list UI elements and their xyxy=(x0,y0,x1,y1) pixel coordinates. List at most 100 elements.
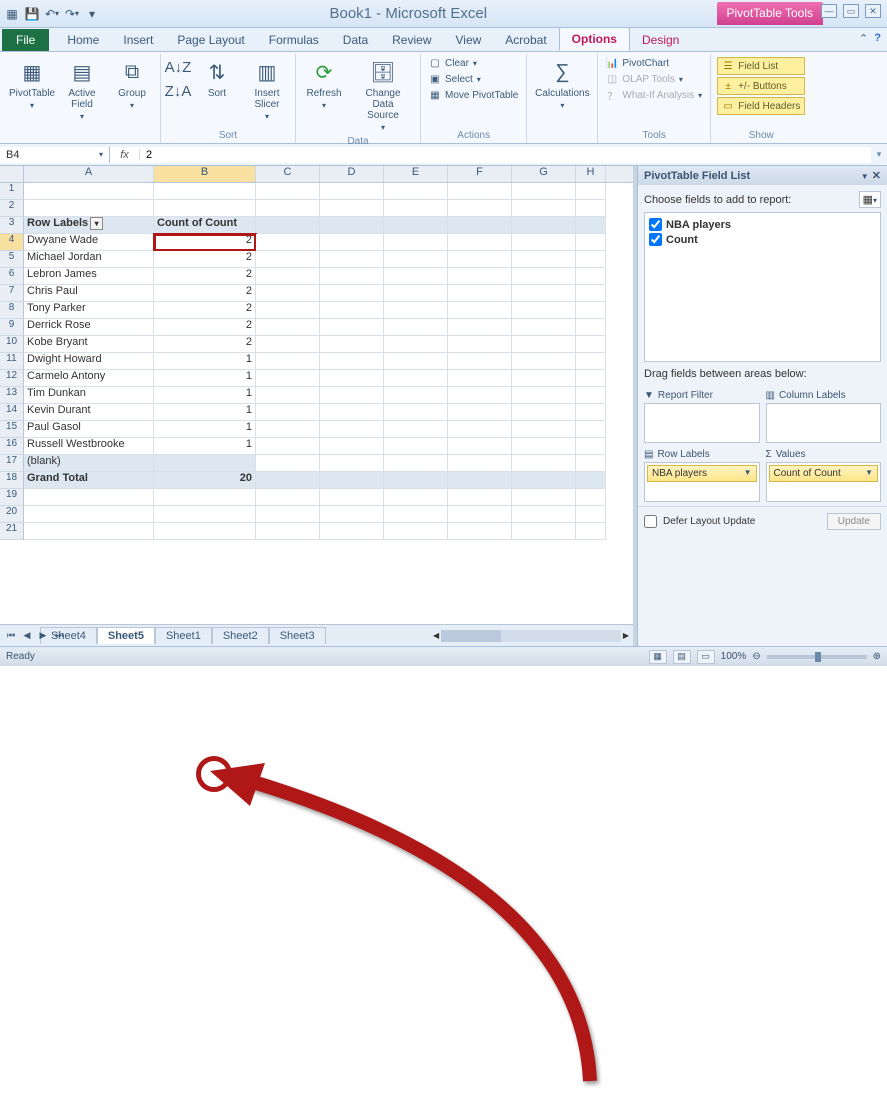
pivot-row-label[interactable]: Michael Jordan xyxy=(24,251,154,268)
row-header-14[interactable]: 14 xyxy=(0,404,24,421)
pivot-row-value[interactable]: 2 xyxy=(154,234,256,251)
grand-total-value[interactable]: 20 xyxy=(154,472,256,489)
tab-design[interactable]: Design xyxy=(630,29,691,51)
zoom-in-button[interactable]: ⊕ xyxy=(873,651,881,662)
refresh-button[interactable]: ⟳Refresh▾ xyxy=(302,56,346,112)
row-header-19[interactable]: 19 xyxy=(0,489,24,506)
column-header-C[interactable]: C xyxy=(256,166,320,182)
tab-options[interactable]: Options xyxy=(559,27,630,51)
pivot-row-value[interactable]: 1 xyxy=(154,404,256,421)
row-labels-filter-icon[interactable]: ▾ xyxy=(90,217,103,230)
row-header-20[interactable]: 20 xyxy=(0,506,24,523)
row-header-13[interactable]: 13 xyxy=(0,387,24,404)
pivot-row-label[interactable]: Carmelo Antony xyxy=(24,370,154,387)
tab-view[interactable]: View xyxy=(444,29,494,51)
sheet-tab-sheet5[interactable]: Sheet5 xyxy=(97,627,155,644)
sheet-tab-sheet1[interactable]: Sheet1 xyxy=(155,627,212,644)
zoom-level[interactable]: 100% xyxy=(721,651,747,662)
formula-bar[interactable] xyxy=(140,147,871,163)
pane-menu-icon[interactable]: ▼ xyxy=(861,172,869,181)
sheet-tab-sheet3[interactable]: Sheet3 xyxy=(269,627,326,644)
zoom-out-button[interactable]: ⊖ xyxy=(752,651,760,662)
pivot-row-label[interactable]: Derrick Rose xyxy=(24,319,154,336)
sort-desc-button[interactable]: Z↓A xyxy=(167,80,189,102)
pivot-row-label[interactable]: Kobe Bryant xyxy=(24,336,154,353)
pivot-row-value[interactable]: 2 xyxy=(154,251,256,268)
update-button[interactable]: Update xyxy=(827,513,881,530)
active-field-button[interactable]: ▤Active Field▾ xyxy=(60,56,104,123)
pivot-row-label[interactable]: Chris Paul xyxy=(24,285,154,302)
pivot-row-label[interactable]: Dwight Howard xyxy=(24,353,154,370)
pivot-row-value[interactable]: 1 xyxy=(154,421,256,438)
row-header-21[interactable]: 21 xyxy=(0,523,24,540)
pivot-row-label[interactable]: Kevin Durant xyxy=(24,404,154,421)
report-filter-area[interactable] xyxy=(644,403,760,443)
sheet-nav-next[interactable]: ▶ xyxy=(36,630,50,641)
row-header-5[interactable]: 5 xyxy=(0,251,24,268)
column-header-A[interactable]: A xyxy=(24,166,154,182)
name-box[interactable]: B4▾ xyxy=(0,147,110,163)
column-header-D[interactable]: D xyxy=(320,166,384,182)
pivotchart-button[interactable]: 📊PivotChart xyxy=(604,56,704,70)
tab-formulas[interactable]: Formulas xyxy=(257,29,331,51)
close-button[interactable]: ✕ xyxy=(865,4,881,18)
pivottable-button[interactable]: ▦PivotTable▾ xyxy=(10,56,54,112)
row-labels-chip[interactable]: NBA players▼ xyxy=(647,465,757,482)
redo-icon[interactable]: ↷▾ xyxy=(64,6,80,22)
sort-button[interactable]: ⇅Sort xyxy=(195,56,239,101)
tab-home[interactable]: Home xyxy=(55,29,111,51)
row-labels-area[interactable]: NBA players▼ xyxy=(644,462,760,502)
select-button[interactable]: ▣Select ▾ xyxy=(427,72,520,86)
tab-data[interactable]: Data xyxy=(331,29,380,51)
row-header-1[interactable]: 1 xyxy=(0,183,24,200)
row-header-12[interactable]: 12 xyxy=(0,370,24,387)
pivot-row-label[interactable]: Lebron James xyxy=(24,268,154,285)
field-nba-players[interactable]: NBA players xyxy=(649,217,876,232)
sheet-tab-sheet2[interactable]: Sheet2 xyxy=(212,627,269,644)
row-header-8[interactable]: 8 xyxy=(0,302,24,319)
pivot-row-label[interactable]: Tony Parker xyxy=(24,302,154,319)
calculations-button[interactable]: ∑Calculations▾ xyxy=(533,56,591,112)
tab-file[interactable]: File xyxy=(2,29,49,51)
fx-icon[interactable]: fx xyxy=(110,149,140,161)
insert-slicer-button[interactable]: ▥Insert Slicer▾ xyxy=(245,56,289,123)
field-list-toggle[interactable]: ☰Field List xyxy=(717,57,805,75)
normal-view-button[interactable]: ▦ xyxy=(649,650,667,664)
tab-acrobat[interactable]: Acrobat xyxy=(493,29,558,51)
pane-close-icon[interactable]: ✕ xyxy=(872,170,881,182)
pivot-row-value[interactable]: 2 xyxy=(154,285,256,302)
help-icon[interactable]: ? xyxy=(874,32,881,45)
column-header-H[interactable]: H xyxy=(576,166,606,182)
pivot-row-value[interactable]: 2 xyxy=(154,336,256,353)
defer-update-checkbox[interactable] xyxy=(644,515,657,528)
field-count[interactable]: Count xyxy=(649,232,876,247)
horizontal-scrollbar[interactable]: ◀▶ xyxy=(431,629,631,643)
field-headers-toggle[interactable]: ▭Field Headers xyxy=(717,97,805,115)
sheet-nav-prev[interactable]: ◀ xyxy=(20,630,34,641)
sort-asc-button[interactable]: A↓Z xyxy=(167,56,189,78)
row-header-3[interactable]: 3 xyxy=(0,217,24,234)
row-header-11[interactable]: 11 xyxy=(0,353,24,370)
tab-page-layout[interactable]: Page Layout xyxy=(165,29,256,51)
column-header-E[interactable]: E xyxy=(384,166,448,182)
row-header-15[interactable]: 15 xyxy=(0,421,24,438)
tab-insert[interactable]: Insert xyxy=(111,29,165,51)
pivot-row-value[interactable]: 1 xyxy=(154,387,256,404)
row-header-18[interactable]: 18 xyxy=(0,472,24,489)
undo-icon[interactable]: ↶▾ xyxy=(44,6,60,22)
column-labels-area[interactable] xyxy=(766,403,882,443)
pivot-row-value[interactable]: 1 xyxy=(154,353,256,370)
sheet-nav-last[interactable]: ⏭ xyxy=(52,630,66,641)
pivot-row-label[interactable]: Tim Dunkan xyxy=(24,387,154,404)
qat-more-icon[interactable]: ▾ xyxy=(84,6,100,22)
column-header-G[interactable]: G xyxy=(512,166,576,182)
clear-button[interactable]: ▢Clear ▾ xyxy=(427,56,520,70)
row-header-6[interactable]: 6 xyxy=(0,268,24,285)
pivot-row-label[interactable]: Dwyane Wade xyxy=(24,234,154,251)
column-header-B[interactable]: B xyxy=(154,166,256,182)
minimize-button[interactable]: ― xyxy=(821,4,837,18)
column-header-F[interactable]: F xyxy=(448,166,512,182)
sheet-nav-first[interactable]: ⏮ xyxy=(4,630,18,641)
row-header-2[interactable]: 2 xyxy=(0,200,24,217)
pivot-row-label[interactable]: Russell Westbrooke xyxy=(24,438,154,455)
